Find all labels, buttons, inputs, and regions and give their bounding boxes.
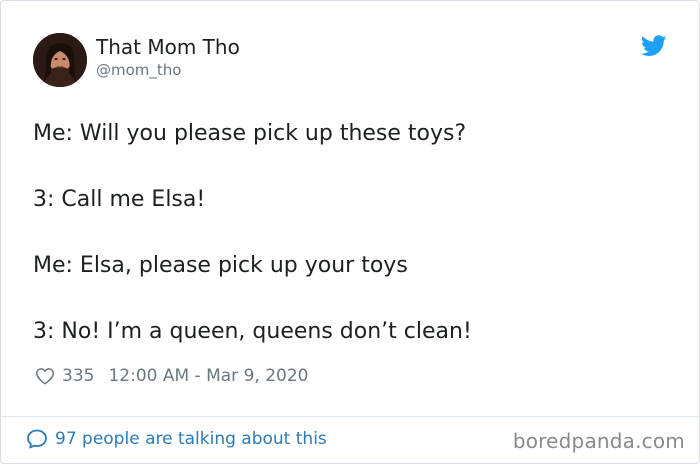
conversation-link-label[interactable]: 97 people are talking about this	[55, 429, 327, 449]
tweet-line: 3: No! I’m a queen, queens don’t clean!	[33, 319, 472, 344]
author-name[interactable]: That Mom Tho	[96, 35, 240, 59]
speech-bubble-icon	[27, 429, 47, 449]
watermark: boredpanda.com	[512, 429, 685, 453]
tweet-timestamp[interactable]: 12:00 AM - Mar 9, 2020	[108, 366, 308, 386]
tweet-meta: 335 12:00 AM - Mar 9, 2020	[34, 365, 308, 387]
twitter-bird-icon[interactable]	[641, 35, 667, 57]
conversation-link[interactable]: 97 people are talking about this	[25, 427, 327, 451]
tweet-line: 3: Call me Elsa!	[33, 187, 206, 212]
divider	[1, 416, 699, 417]
author-handle[interactable]: @mom_tho	[96, 61, 181, 79]
tweet-line: Me: Elsa, please pick up your toys	[33, 253, 408, 278]
tweet-card: That Mom Tho @mom_tho Me: Will you pleas…	[0, 0, 700, 464]
tweet-text: Me: Will you please pick up these toys? …	[33, 119, 675, 383]
heart-icon[interactable]	[34, 365, 56, 387]
tweet-header: That Mom Tho @mom_tho	[33, 33, 679, 89]
avatar[interactable]	[33, 33, 87, 87]
tweet-line: Me: Will you please pick up these toys?	[33, 121, 467, 146]
like-count[interactable]: 335	[62, 366, 94, 386]
avatar-photo	[33, 33, 87, 87]
